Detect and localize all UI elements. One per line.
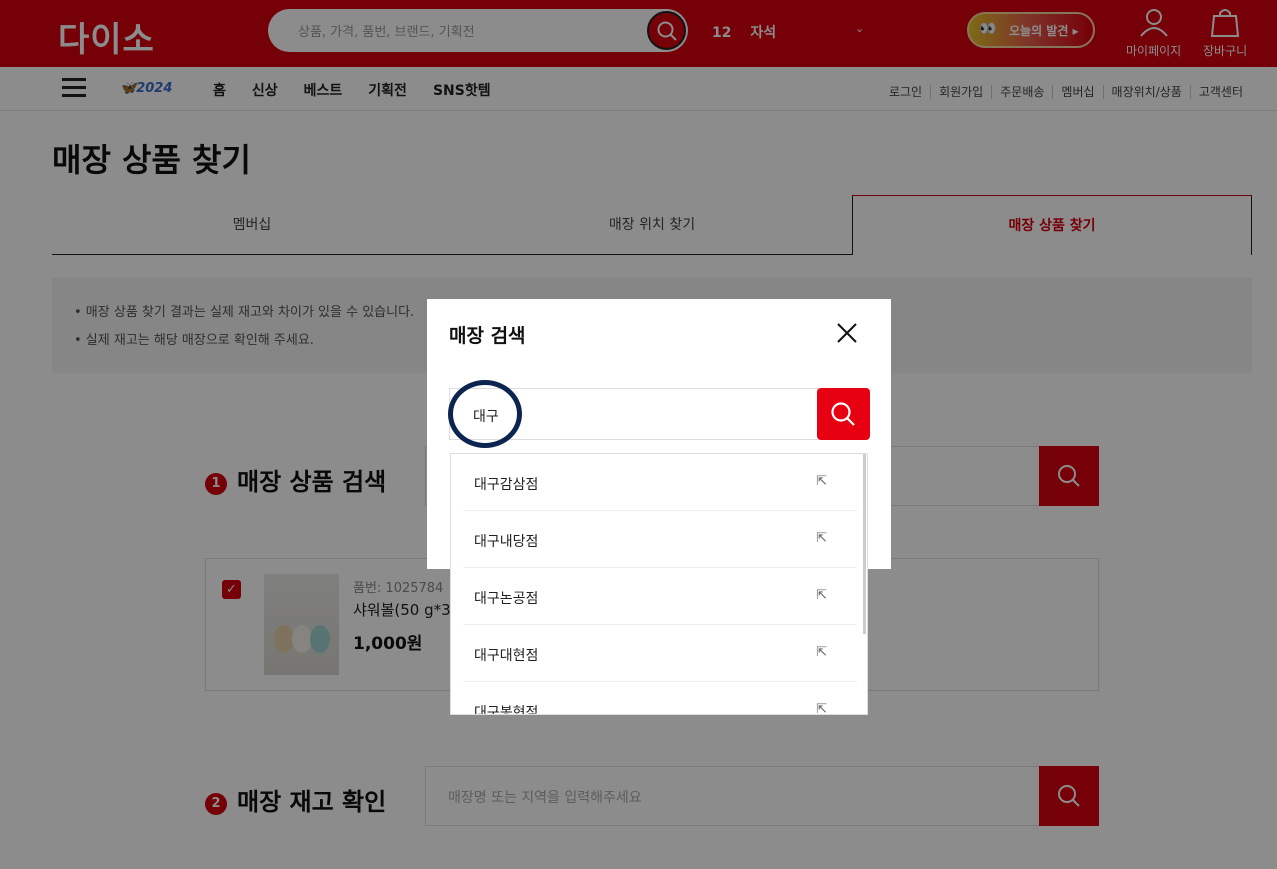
suggestion-item[interactable]: 대구대현점 ⇱: [463, 625, 857, 682]
store-suggestion-dropdown: 대구감삼점 ⇱ 대구내당점 ⇱ 대구논공점 ⇱ 대구대현점 ⇱ 대구봉현점 ⇱: [450, 453, 868, 715]
arrow-up-left-icon[interactable]: ⇱: [816, 531, 827, 546]
highlight-ring: [448, 380, 522, 448]
arrow-up-left-icon[interactable]: ⇱: [816, 645, 827, 660]
suggestion-item[interactable]: 대구논공점 ⇱: [463, 568, 857, 625]
suggestion-item[interactable]: 대구감삼점 ⇱: [463, 454, 857, 511]
suggestion-item[interactable]: 대구봉현점 ⇱: [463, 682, 857, 714]
suggestion-item[interactable]: 대구내당점 ⇱: [463, 511, 857, 568]
arrow-up-left-icon[interactable]: ⇱: [816, 588, 827, 603]
modal-title: 매장 검색: [449, 325, 526, 347]
dropdown-scrollbar[interactable]: [863, 454, 866, 634]
close-icon[interactable]: [835, 321, 859, 345]
arrow-up-left-icon[interactable]: ⇱: [816, 702, 827, 714]
store-search-button[interactable]: [817, 388, 870, 440]
search-icon: [831, 402, 855, 426]
arrow-up-left-icon[interactable]: ⇱: [816, 474, 827, 489]
